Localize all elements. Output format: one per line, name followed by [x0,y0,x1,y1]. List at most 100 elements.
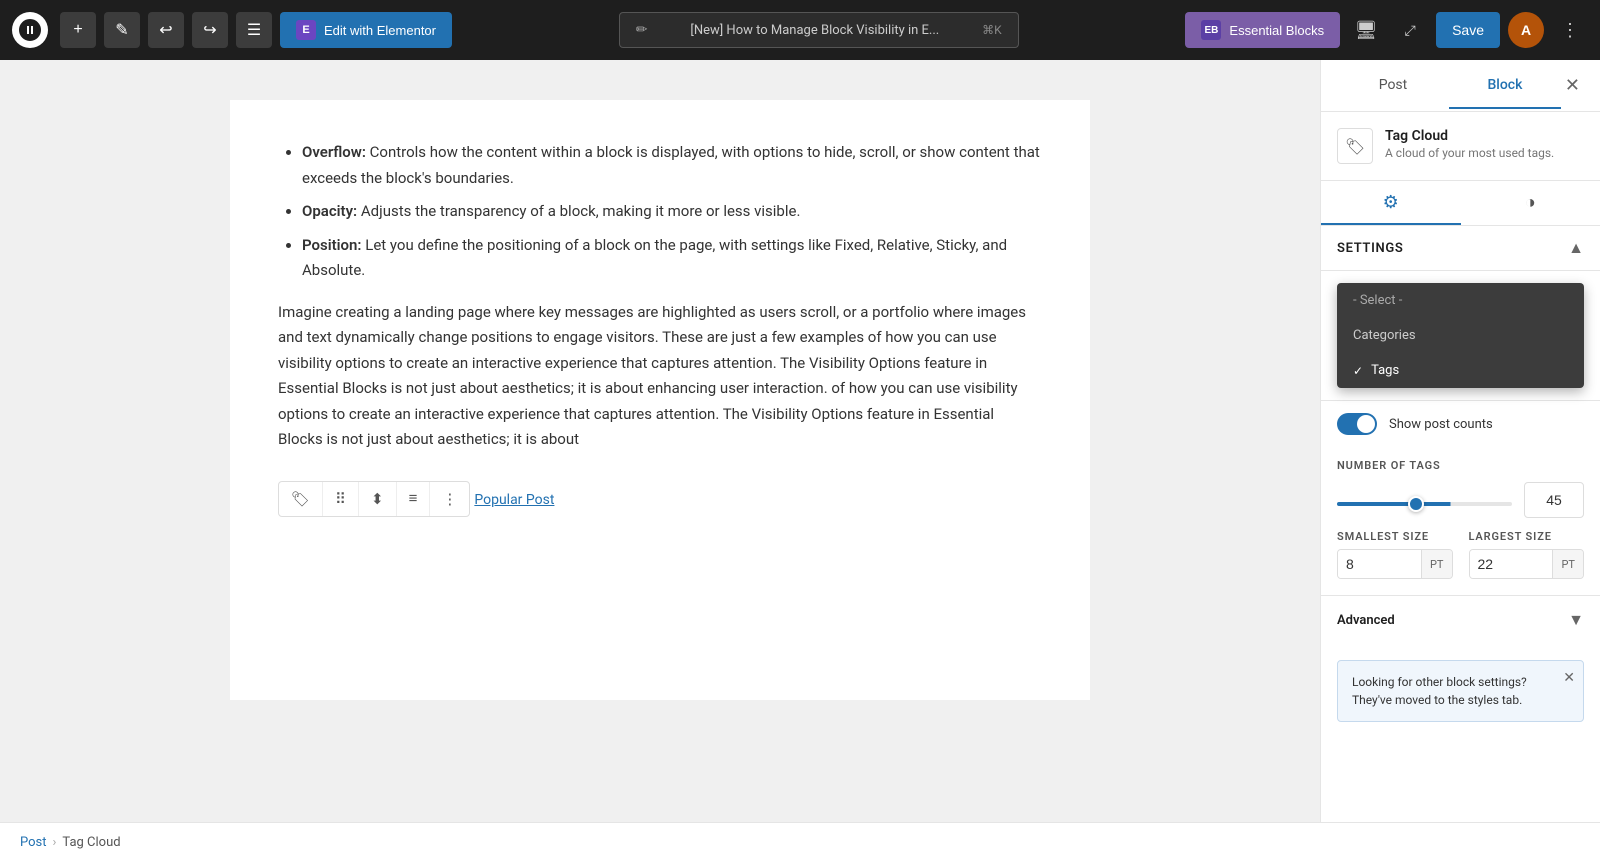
styles-subtab[interactable]: ◑ [1461,181,1600,225]
opacity-bold: Opacity: [302,202,357,220]
undo-button[interactable]: ↩ [148,12,184,48]
advanced-section: Advanced ▼ [1321,595,1600,644]
breadcrumb-separator: › [53,835,57,850]
redo-icon: ↪ [203,20,216,40]
smallest-size-unit: PT [1421,550,1452,578]
drag-icon: ⠿ [335,490,346,508]
close-panel-button[interactable]: ✕ [1561,71,1584,100]
check-icon: ✓ [1353,364,1363,378]
top-toolbar: + ✎ ↩ ↪ ☰ E Edit with Elementor ✏ [New] … [0,0,1600,60]
tools-button[interactable]: ✎ [104,12,140,48]
taxonomy-dropdown-container: - Select - Categories ✓ Tags [1321,271,1600,400]
block-tag-icon-button[interactable]: 🏷 [279,482,322,516]
essential-blocks-label: Essential Blocks [1229,23,1324,38]
more-icon: ⋮ [1561,20,1579,41]
keyboard-shortcut: ⌘K [982,23,1002,37]
view-toggle-button[interactable]: 🖥 [1348,12,1384,48]
settings-section-header[interactable]: Settings ▲ [1321,226,1600,271]
post-title-text: [New] How to Manage Block Visibility in … [690,23,939,38]
list-view-button[interactable]: ☰ [236,12,272,48]
show-post-counts-label: Show post counts [1389,417,1493,432]
essential-blocks-button[interactable]: EB Essential Blocks [1185,12,1340,48]
tags-count-input[interactable]: 45 [1524,482,1584,518]
sub-tabs: ⚙ ◑ [1321,181,1600,226]
list-icon: ☰ [247,20,261,40]
show-post-counts-toggle[interactable] [1337,413,1377,435]
tag-icon: 🏷 [291,490,310,508]
tools-icon: ✎ [115,20,128,40]
add-block-button[interactable]: + [60,12,96,48]
block-more-button[interactable]: ⋮ [429,482,469,516]
block-info: 🏷 Tag Cloud A cloud of your most used ta… [1321,112,1600,181]
show-post-counts-row: Show post counts [1321,400,1600,447]
redo-button[interactable]: ↪ [192,12,228,48]
eb-icon: EB [1201,20,1221,40]
notification-close-button[interactable]: ✕ [1563,669,1575,686]
desktop-icon: 🖥 [1355,20,1378,41]
close-icon: ✕ [1563,669,1575,685]
user-avatar-button[interactable]: A [1508,12,1544,48]
list-item: Overflow: Controls how the content withi… [302,140,1042,191]
block-drag-button[interactable]: ⠿ [322,482,358,516]
popular-post-link[interactable]: Popular Post [474,492,554,508]
block-arrows-button[interactable]: ⬍ [358,482,396,516]
paragraph1: Imagine creating a landing page where ke… [278,300,1042,453]
block-tab[interactable]: Block [1449,63,1561,109]
plus-icon: + [73,21,82,39]
number-of-tags-label: NUMBER OF TAGS [1337,459,1584,472]
chevron-down-icon: ▼ [1568,610,1584,630]
block-align-button[interactable]: ≡ [396,482,430,516]
advanced-section-header[interactable]: Advanced ▼ [1321,596,1600,644]
more-options-button[interactable]: ⋮ [1552,12,1588,48]
contrast-icon: ◑ [1525,192,1536,213]
largest-size-col: LARGEST SIZE PT [1469,530,1585,579]
size-row: SMALLEST SIZE PT LARGEST SIZE PT [1321,530,1600,595]
tags-count-slider[interactable] [1337,502,1512,506]
post-title-bar: ✏ [New] How to Manage Block Visibility i… [619,12,1019,48]
position-text: Let you define the positioning of a bloc… [302,236,1007,280]
dropdown-categories-item[interactable]: Categories [1337,318,1584,353]
block-icon: 🏷 [1337,128,1373,164]
slider-container [1337,491,1512,510]
chevron-up-icon: ▲ [1568,238,1584,258]
edit-elementor-button[interactable]: E Edit with Elementor [280,12,452,48]
settings-section: Settings ▲ - Select - Categories ✓ Tags … [1321,226,1600,595]
smallest-size-input[interactable] [1338,550,1421,578]
post-tab[interactable]: Post [1337,63,1449,109]
overflow-bold: Overflow: [302,143,366,161]
toolbar-right: EB Essential Blocks 🖥 ⤢ Save A ⋮ [1185,12,1588,48]
panel-header: Post Block ✕ [1321,60,1600,112]
position-bold: Position: [302,236,362,254]
largest-size-label: LARGEST SIZE [1469,530,1585,543]
list-item: Position: Let you define the positioning… [302,233,1042,284]
settings-title: Settings [1337,241,1403,256]
smallest-size-input-row: PT [1337,549,1453,579]
save-button[interactable]: Save [1436,12,1500,48]
largest-size-input[interactable] [1470,550,1553,578]
tags-label: Tags [1371,363,1399,378]
list-item: Opacity: Adjusts the transparency of a b… [302,199,1042,225]
dropdown-placeholder-item[interactable]: - Select - [1337,283,1584,318]
smallest-size-label: SMALLEST SIZE [1337,530,1453,543]
editor-content: Overflow: Controls how the content withi… [230,100,1090,700]
block-toolbar: 🏷 ⠿ ⬍ ≡ ⋮ [278,481,470,517]
align-icon: ≡ [409,490,418,507]
fullscreen-button[interactable]: ⤢ [1392,12,1428,48]
block-desc: A cloud of your most used tags. [1385,146,1554,160]
settings-subtab[interactable]: ⚙ [1321,181,1461,225]
advanced-title: Advanced [1337,613,1395,628]
edit-elementor-label: Edit with Elementor [324,23,436,38]
gear-icon: ⚙ [1383,192,1399,213]
tag-cloud-icon: 🏷 [1345,137,1365,156]
close-icon: ✕ [1565,75,1580,95]
elementor-icon: E [296,20,316,40]
dropdown-tags-item[interactable]: ✓ Tags [1337,353,1584,388]
breadcrumb-post-link[interactable]: Post [20,835,47,850]
largest-size-input-row: PT [1469,549,1585,579]
breadcrumb-bar: Post › Tag Cloud [0,822,1600,862]
opacity-text: Adjusts the transparency of a block, mak… [361,202,801,220]
external-icon: ⤢ [1404,22,1415,39]
undo-icon: ↩ [159,20,172,40]
overflow-text: Controls how the content within a block … [302,143,1040,187]
wp-logo[interactable] [12,12,48,48]
